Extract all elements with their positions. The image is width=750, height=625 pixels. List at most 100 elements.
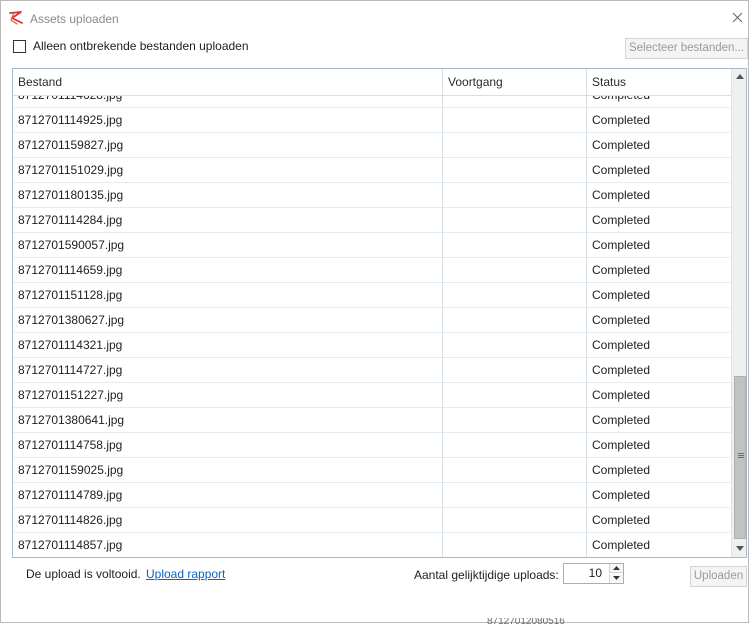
- progress-cell: [443, 233, 587, 258]
- table-row[interactable]: 8712701159025.jpg Completed: [13, 458, 731, 483]
- status-cell: Completed: [592, 288, 651, 302]
- grid-header: Bestand Voortgang Status: [13, 69, 731, 96]
- scrollbar-thumb[interactable]: [734, 376, 746, 539]
- scroll-down-arrow[interactable]: [732, 541, 746, 557]
- progress-cell: [443, 96, 587, 108]
- file-cell: 8712701380641.jpg: [13, 408, 443, 433]
- progress-cell: [443, 108, 587, 133]
- progress-cell: [443, 133, 587, 158]
- only-missing-option[interactable]: Alleen ontbrekende bestanden uploaden: [13, 38, 249, 54]
- status-cell: Completed: [592, 413, 651, 427]
- progress-cell: [443, 308, 587, 333]
- file-cell: 8712701114826.jpg: [13, 508, 443, 533]
- progress-cell: [443, 433, 587, 458]
- file-cell: 8712701159025.jpg: [13, 458, 443, 483]
- file-cell: 8712701114284.jpg: [13, 208, 443, 233]
- progress-cell: [443, 383, 587, 408]
- status-cell: Completed: [592, 313, 651, 327]
- only-missing-checkbox[interactable]: [13, 39, 26, 53]
- concurrent-uploads-stepper[interactable]: 10: [563, 563, 624, 584]
- file-cell: 8712701380627.jpg: [13, 308, 443, 333]
- table-row[interactable]: 8712701590057.jpg Completed: [13, 233, 731, 258]
- progress-cell: [443, 358, 587, 383]
- progress-cell: [443, 458, 587, 483]
- file-cell: 8712701114321.jpg: [13, 333, 443, 358]
- progress-cell: [443, 283, 587, 308]
- file-cell: 8712701114925.jpg: [13, 108, 443, 133]
- table-row[interactable]: 8712701151128.jpg Completed: [13, 283, 731, 308]
- triangle-down-icon: [613, 576, 620, 580]
- table-row[interactable]: 8712701114659.jpg Completed: [13, 258, 731, 283]
- triangle-down-icon: [736, 546, 744, 551]
- progress-cell: [443, 158, 587, 183]
- close-button[interactable]: [727, 7, 749, 29]
- select-files-button[interactable]: Selecteer bestanden...: [625, 38, 748, 59]
- grid-rows-viewport: 8712701114628.jpgCompleted8712701114925.…: [13, 96, 731, 557]
- file-cell: 8712701114789.jpg: [13, 483, 443, 508]
- progress-cell: [443, 508, 587, 533]
- table-row[interactable]: 8712701151227.jpg Completed: [13, 383, 731, 408]
- table-row[interactable]: 8712701380641.jpg Completed: [13, 408, 731, 433]
- table-row[interactable]: 8712701114826.jpg Completed: [13, 508, 731, 533]
- upload-files-grid: Bestand Voortgang Status 8712701114628.j…: [12, 68, 747, 558]
- status-cell: Completed: [592, 388, 651, 402]
- table-row[interactable]: 8712701151029.jpg Completed: [13, 158, 731, 183]
- progress-cell: [443, 533, 587, 557]
- table-row[interactable]: 8712701114925.jpg Completed: [13, 108, 731, 133]
- grip-line: [738, 455, 744, 456]
- title-bar: Assets uploaden: [1, 1, 748, 35]
- progress-cell: [443, 408, 587, 433]
- table-row[interactable]: 8712701114284.jpg Completed: [13, 208, 731, 233]
- column-header-file[interactable]: Bestand: [13, 69, 443, 96]
- table-row[interactable]: 8712701380627.jpg Completed: [13, 308, 731, 333]
- table-row[interactable]: 8712701114758.jpg Completed: [13, 433, 731, 458]
- progress-cell: [443, 258, 587, 283]
- table-row[interactable]: 8712701114789.jpg Completed: [13, 483, 731, 508]
- status-cell: Completed: [592, 188, 651, 202]
- status-cell: Completed: [592, 488, 651, 502]
- grid-rows: 8712701114628.jpgCompleted8712701114925.…: [13, 96, 731, 557]
- window-title: Assets uploaden: [30, 12, 119, 26]
- stepper-increment[interactable]: [609, 564, 623, 573]
- upload-button[interactable]: Uploaden: [690, 566, 747, 587]
- progress-cell: [443, 183, 587, 208]
- status-cell: Completed: [592, 513, 651, 527]
- app-logo-icon: [8, 10, 24, 26]
- stepper-decrement[interactable]: [609, 574, 623, 583]
- table-row[interactable]: 8712701159827.jpg Completed: [13, 133, 731, 158]
- scroll-up-arrow[interactable]: [732, 69, 746, 85]
- upload-status-text: De upload is voltooid.: [26, 567, 141, 581]
- grip-line: [738, 453, 744, 454]
- table-row[interactable]: 8712701114628.jpg Completed: [13, 96, 731, 108]
- file-cell: 8712701590057.jpg: [13, 233, 443, 258]
- status-cell: Completed: [592, 438, 651, 452]
- status-cell: Completed: [592, 463, 651, 477]
- upload-report-link[interactable]: Upload rapport: [146, 567, 225, 581]
- status-cell: Completed: [592, 163, 651, 177]
- triangle-up-icon: [613, 566, 620, 570]
- progress-cell: [443, 333, 587, 358]
- concurrent-uploads-value[interactable]: 10: [564, 564, 608, 583]
- column-header-progress[interactable]: Voortgang: [443, 69, 587, 96]
- file-cell: 8712701114727.jpg: [13, 358, 443, 383]
- assets-upload-dialog: Assets uploaden Alleen ontbrekende besta…: [0, 0, 749, 625]
- column-header-status[interactable]: Status: [587, 69, 731, 96]
- file-cell: 8712701114659.jpg: [13, 258, 443, 283]
- status-cell: Completed: [592, 338, 651, 352]
- status-cell: Completed: [592, 238, 651, 252]
- status-cell: Completed: [587, 96, 731, 108]
- file-cell: 8712701151128.jpg: [13, 283, 443, 308]
- vertical-scrollbar[interactable]: [731, 69, 746, 557]
- status-cell: Completed: [592, 538, 651, 552]
- file-cell: 8712701114758.jpg: [13, 433, 443, 458]
- table-row[interactable]: 8712701114857.jpg Completed: [13, 533, 731, 557]
- table-row[interactable]: 8712701114321.jpg Completed: [13, 333, 731, 358]
- table-row[interactable]: 8712701180135.jpg Completed: [13, 183, 731, 208]
- only-missing-label: Alleen ontbrekende bestanden uploaden: [33, 39, 249, 53]
- table-row[interactable]: 8712701114727.jpg Completed: [13, 358, 731, 383]
- triangle-up-icon: [736, 74, 744, 79]
- file-cell: 8712701159827.jpg: [13, 133, 443, 158]
- status-cell: Completed: [592, 138, 651, 152]
- grip-line: [738, 457, 744, 458]
- status-cell: Completed: [592, 263, 651, 277]
